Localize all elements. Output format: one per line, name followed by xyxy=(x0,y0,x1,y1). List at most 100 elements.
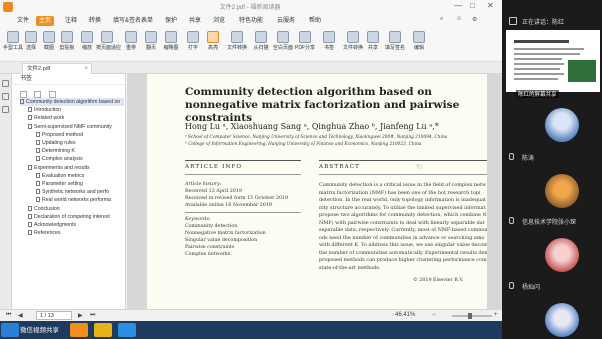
menu-cloud[interactable]: 云服务 xyxy=(274,16,298,26)
bookmark-item[interactable]: Real world networks performa xyxy=(36,196,124,204)
tab-document[interactable]: 文件2.pdf × xyxy=(22,63,92,74)
zoom-slider-knob[interactable] xyxy=(468,313,472,319)
keyword: Singular value decomposition xyxy=(185,238,258,243)
bookmark-label: Introduction xyxy=(34,107,62,114)
clipboard-icon xyxy=(61,31,73,43)
menu-view[interactable]: 浏览 xyxy=(210,16,228,26)
meeting-app-icon[interactable] xyxy=(118,323,136,337)
prev-page-icon[interactable]: ◀ xyxy=(18,312,23,319)
bookmark-icon xyxy=(36,156,40,162)
zoom-out-icon[interactable]: − xyxy=(432,312,436,318)
menu-comment[interactable]: 注释 xyxy=(62,16,80,26)
bookmark-icon xyxy=(28,230,32,236)
file-explorer-icon[interactable] xyxy=(94,323,112,337)
zoom-slider[interactable] xyxy=(452,313,492,319)
bookmark-item[interactable]: Introduction xyxy=(28,106,124,114)
bookmark-item[interactable]: Declaration of competing interest xyxy=(28,213,124,221)
bookmark-item[interactable]: Proposed method xyxy=(36,131,124,139)
app-logo-icon xyxy=(3,2,13,12)
menu-forms[interactable]: 表单 xyxy=(138,16,156,26)
tool-page-turn[interactable]: 翻页 xyxy=(140,31,162,61)
wechat-video-icon[interactable] xyxy=(1,323,19,337)
avatar[interactable] xyxy=(545,303,579,337)
tool-clipboard[interactable]: 剪贴板 xyxy=(56,31,78,61)
highlight-icon xyxy=(207,31,219,43)
participant-name: 杨灿闪 xyxy=(522,285,541,291)
menu-protect[interactable]: 保护 xyxy=(162,16,180,26)
user-icon[interactable]: ☺ xyxy=(456,16,462,22)
bookmark-add-icon[interactable] xyxy=(48,91,56,98)
bookmark-item[interactable]: Related work xyxy=(28,114,124,122)
first-page-icon[interactable]: ⏮ xyxy=(6,312,11,319)
expand-all-icon[interactable] xyxy=(20,91,27,98)
next-page-icon[interactable]: ▶ xyxy=(78,312,83,319)
bookmark-icon xyxy=(36,197,40,203)
zoom-in-icon[interactable]: + xyxy=(494,312,498,318)
hand-icon xyxy=(7,31,19,43)
last-page-icon[interactable]: ⏭ xyxy=(90,312,95,319)
bookmark-item[interactable]: Experiments and results xyxy=(28,164,124,172)
window-title: 文件2.pdf - 福昕阅读器 xyxy=(219,5,281,11)
tool-reflow[interactable]: 重排 xyxy=(120,31,142,61)
tool-share[interactable]: 共享 xyxy=(362,31,384,61)
participant-name: 陈涛 xyxy=(522,156,535,162)
settings-icon[interactable]: ⚙ xyxy=(472,16,477,23)
convert-icon xyxy=(231,31,243,43)
menu-help[interactable]: 帮助 xyxy=(306,16,324,26)
minimize-button[interactable]: — xyxy=(454,1,462,10)
bookmark-item[interactable]: Community detection algorithm based on xyxy=(20,98,124,106)
bookmark-item[interactable]: Synthetic networks and perfo xyxy=(36,188,124,196)
bookmark-item[interactable]: Parameter setting xyxy=(36,180,124,188)
tool-blank-page[interactable]: 空白页面 xyxy=(272,31,294,61)
tool-file-convert-2[interactable]: 文件转换 xyxy=(342,31,364,61)
search-icon[interactable]: ⌕ xyxy=(440,16,443,23)
keyword: Pairwise constraints xyxy=(185,245,235,250)
tool-zoom[interactable]: 缩放 xyxy=(76,31,98,61)
bookmark-item[interactable]: Updating rules xyxy=(36,139,124,147)
foxit-reader-icon[interactable] xyxy=(70,323,88,337)
bookmark-label: Synthetic networks and perfo xyxy=(42,189,109,196)
tool-thumbnails[interactable]: 缩略图 xyxy=(160,31,182,61)
menu-convert[interactable]: 转换 xyxy=(86,16,104,26)
bookmark-panel-icon[interactable] xyxy=(2,80,9,87)
maximize-button[interactable]: □ xyxy=(470,1,475,10)
abstract-line: propose two algorithms for community det… xyxy=(319,212,487,218)
menu-features[interactable]: 特色功能 xyxy=(236,16,266,26)
menu-share[interactable]: 共享 xyxy=(186,16,204,26)
signature-icon xyxy=(389,31,401,43)
bookmark-item[interactable]: Conclusion xyxy=(28,205,124,213)
avatar[interactable] xyxy=(545,174,579,208)
blank-page-icon xyxy=(277,31,289,43)
screen-share-thumbnail[interactable] xyxy=(506,30,600,92)
bookmark-item[interactable]: References xyxy=(28,229,124,237)
page-number-field[interactable]: 1 / 13 xyxy=(36,311,72,320)
tool-bookmark[interactable]: 书签 xyxy=(318,31,340,61)
page-turn-icon xyxy=(145,31,157,43)
tool-fill-sign[interactable]: 填写签名 xyxy=(384,31,406,61)
avatar[interactable] xyxy=(545,238,579,272)
bookmark-item[interactable]: Semi-supervised NMF community xyxy=(28,123,124,131)
tool-typewriter[interactable]: 打字 xyxy=(182,31,204,61)
tool-pdf-share[interactable]: PDF分享 xyxy=(294,31,316,61)
document-viewport[interactable]: Community detection algorithm based on n… xyxy=(127,74,502,309)
tool-file-convert[interactable]: 文件转换 xyxy=(226,31,248,61)
menu-home[interactable]: 主页 xyxy=(36,16,55,26)
tool-edit[interactable]: 编辑 xyxy=(408,31,430,61)
bookmark-item[interactable]: Determining K xyxy=(36,147,124,155)
avatar[interactable] xyxy=(545,108,579,142)
tool-from-scanner[interactable]: 从扫描 xyxy=(250,31,272,61)
menu-file[interactable]: 文件 xyxy=(14,16,32,26)
bookmark-item[interactable]: Acknowledgments xyxy=(28,221,124,229)
thumbnail-panel-icon[interactable] xyxy=(2,93,9,100)
bookmark-item[interactable]: Complex analysis xyxy=(36,155,124,163)
abstract-line: proposed methods can produce higher clus… xyxy=(319,257,487,263)
collapse-all-icon[interactable] xyxy=(34,91,42,98)
close-tab-icon[interactable]: × xyxy=(84,64,88,74)
tool-highlight[interactable]: 高亮 xyxy=(202,31,224,61)
tool-fit-page[interactable]: 按页面适应 xyxy=(96,31,121,61)
attachment-panel-icon[interactable] xyxy=(2,106,9,113)
bookmark-icon xyxy=(323,31,335,43)
article-info-heading: ARTICLE INFO xyxy=(185,164,243,170)
close-button[interactable]: ✕ xyxy=(487,1,494,10)
bookmark-item[interactable]: Evaluation metrics xyxy=(36,172,124,180)
